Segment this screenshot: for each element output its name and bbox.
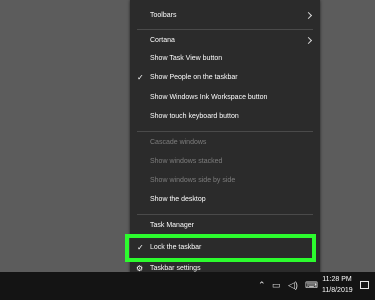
menu-item-cascade-windows: Cascade windows (130, 135, 320, 151)
menu-item-show-task-view[interactable]: Show Task View button (130, 51, 320, 67)
menu-item-side-by-side: Show windows side by side (130, 173, 320, 189)
menu-item-task-manager[interactable]: Task Manager (130, 218, 320, 234)
menu-item-label: Show windows side by side (150, 177, 236, 184)
taskbar[interactable]: ⌃ ▭ ◁) ⌨ 11:28 PM 11/8/2019 (0, 272, 375, 300)
chevron-right-icon (304, 11, 313, 20)
menu-item-label: Show touch keyboard button (150, 113, 239, 120)
menu-item-label: Cortana (150, 37, 175, 44)
menu-item-label: Show the desktop (150, 196, 206, 203)
menu-separator (137, 131, 313, 132)
menu-item-show-touch-keyboard[interactable]: Show touch keyboard button (130, 109, 320, 125)
checkmark-icon: ✓ (137, 73, 144, 82)
menu-item-cortana[interactable]: Cortana (130, 33, 320, 49)
menu-item-label: Toolbars (150, 12, 177, 19)
notification-icon[interactable] (360, 281, 369, 289)
menu-item-toolbars[interactable]: Toolbars (130, 8, 320, 24)
menu-item-show-people[interactable]: ✓ Show People on the taskbar (130, 70, 320, 86)
chevron-up-icon[interactable]: ⌃ (258, 280, 266, 290)
menu-item-show-stacked: Show windows stacked (130, 154, 320, 170)
language-icon[interactable]: ⌨ (305, 280, 318, 290)
menu-item-label: Cascade windows (150, 139, 207, 146)
menu-item-label: Task Manager (150, 222, 194, 229)
clock-time: 11:28 PM (322, 276, 352, 283)
chevron-right-icon (304, 36, 313, 45)
volume-icon[interactable]: ◁) (288, 280, 298, 290)
menu-separator (137, 214, 313, 215)
menu-item-show-ink-workspace[interactable]: Show Windows Ink Workspace button (130, 90, 320, 106)
menu-separator (137, 29, 313, 30)
highlight-box (125, 234, 316, 262)
menu-item-label: Show windows stacked (150, 158, 223, 165)
system-clock[interactable]: 11:28 PM 11/8/2019 (322, 274, 353, 296)
clock-date: 11/8/2019 (322, 287, 353, 294)
menu-item-label: Show Windows Ink Workspace button (150, 94, 268, 101)
menu-item-label: Show Task View button (150, 55, 223, 62)
menu-item-show-desktop[interactable]: Show the desktop (130, 192, 320, 208)
menu-item-label: Show People on the taskbar (150, 74, 238, 81)
network-icon[interactable]: ▭ (272, 280, 281, 290)
